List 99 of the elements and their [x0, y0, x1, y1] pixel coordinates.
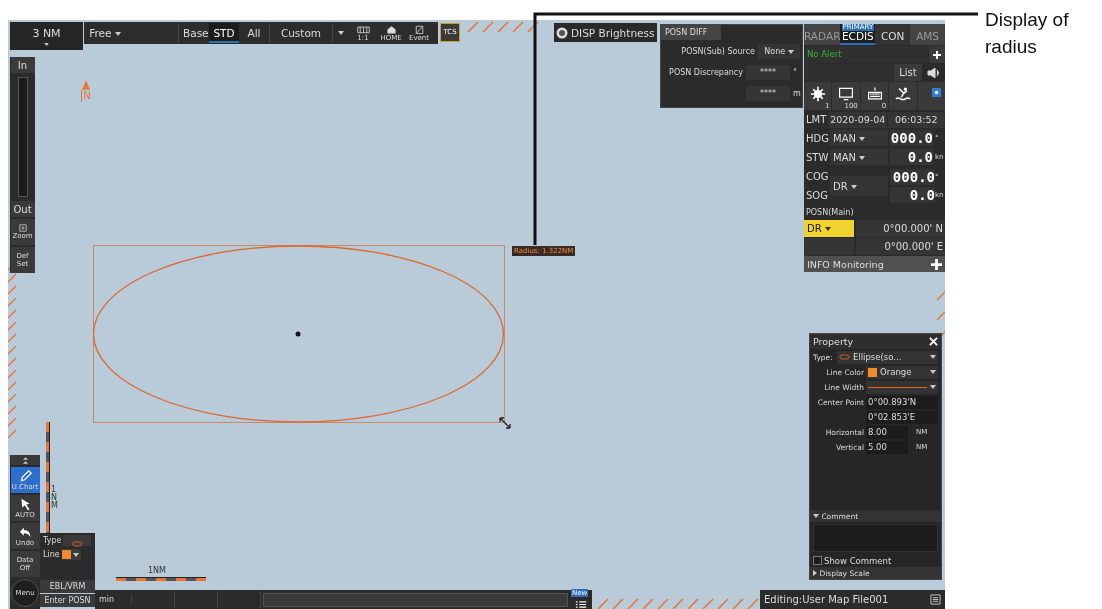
person-in-water-icon: [894, 85, 911, 102]
sensor-value: 000.0: [890, 169, 935, 185]
sensor-label: COG: [805, 171, 828, 182]
unit-label: m: [793, 89, 800, 98]
caret-icon: [930, 370, 936, 374]
annotation-text: Display of radius: [985, 8, 1070, 59]
longitude-value: 0°00.000' E: [856, 238, 945, 255]
caret-icon: [72, 552, 79, 557]
field-label: Type: [43, 536, 62, 545]
scale-label: 1NM: [51, 486, 59, 510]
alert-status: No Alert: [804, 46, 928, 63]
sensor-value: 0.0: [890, 149, 933, 165]
type-dropdown[interactable]: Ellipse(so...: [837, 350, 938, 364]
panel-title: Property: [813, 336, 854, 347]
readout-field: ****: [746, 86, 790, 101]
collapse-icon: [22, 456, 28, 464]
caret-icon[interactable]: [338, 31, 344, 35]
list-icon: [575, 601, 587, 608]
pencil-icon: [18, 469, 32, 483]
field-label: Line: [43, 550, 60, 559]
line-width-dropdown[interactable]: [866, 380, 938, 394]
chart-boundary-hatching: [467, 21, 539, 33]
sun-icon: [809, 85, 826, 102]
field-label: POSN(Sub) Source: [681, 47, 755, 56]
zoom-in-button[interactable]: In: [10, 57, 35, 73]
toggle-status-button[interactable]: [917, 82, 946, 110]
caret-icon: [824, 227, 831, 231]
date-value: 2020-09-04: [829, 111, 887, 128]
dimension-field[interactable]: 5.00: [866, 440, 908, 454]
caret-icon: [850, 184, 857, 189]
caret-icon: [813, 514, 819, 519]
caret-icon: [44, 42, 49, 46]
source-dropdown[interactable]: MAN: [830, 149, 888, 165]
readout-field: ****: [746, 65, 790, 80]
caret-icon: [859, 155, 866, 160]
longitude-field[interactable]: 0°02.853'E: [866, 410, 938, 424]
function-button[interactable]: EBL/VRM: [40, 580, 95, 593]
speaker-icon[interactable]: [927, 67, 941, 78]
cursor-icon: [18, 497, 32, 511]
function-button[interactable]: Enter POSN: [40, 594, 95, 607]
show-comment-checkbox[interactable]: Show Comment: [810, 554, 941, 567]
latitude-field[interactable]: 0°00.893'N: [866, 395, 938, 409]
collapse-tool-button[interactable]: [10, 455, 40, 465]
plus-icon: [933, 50, 941, 59]
line-sample: [868, 386, 927, 388]
range-value: 3 NM: [32, 26, 61, 40]
lmt-label: LMT: [805, 114, 828, 125]
unit-label: min: [95, 595, 132, 604]
sensor-value: 0.0: [890, 187, 935, 203]
add-button[interactable]: [929, 46, 945, 63]
range-selector[interactable]: 3 NM: [10, 22, 83, 50]
color-swatch: [868, 367, 877, 377]
dimension-field[interactable]: 8.00: [866, 425, 908, 439]
zoom-slider-track[interactable]: [17, 77, 28, 197]
time-value: 06:03:52: [887, 111, 945, 128]
list-icon[interactable]: [930, 594, 941, 605]
source-dropdown[interactable]: MAN: [830, 130, 888, 146]
info-monitoring-button[interactable]: INFO Monitoring: [804, 256, 945, 272]
caret-icon: [787, 49, 794, 54]
toggle-icon: [931, 87, 941, 97]
undo-icon: [18, 525, 32, 539]
sun-icon: [556, 26, 568, 39]
monitor-icon: [838, 85, 855, 102]
line-color-dropdown[interactable]: [61, 549, 81, 560]
panel-title: POSN DIFF: [661, 25, 721, 40]
ellipse-icon: [71, 541, 83, 547]
plus-icon: [931, 258, 942, 270]
mode-tab[interactable]: CON: [875, 24, 911, 45]
color-swatch: [61, 550, 71, 559]
caret-icon: [930, 355, 936, 359]
close-icon[interactable]: [929, 337, 938, 346]
keyboard-icon: [866, 85, 883, 102]
position-source-dropdown[interactable]: DR: [804, 220, 854, 237]
chart-icon: [356, 24, 370, 34]
unit-label: °: [793, 68, 798, 77]
ellipse-icon: [839, 354, 850, 360]
scale-label: 1NM: [148, 566, 166, 575]
display-brightness-button[interactable]: DISP Brightness: [554, 23, 657, 42]
sensor-label: SOG: [805, 190, 828, 201]
caret-icon: [930, 385, 936, 389]
caret-icon: [859, 136, 866, 141]
field-label: POSN Discrepancy: [669, 68, 743, 77]
input-field[interactable]: [263, 592, 568, 607]
zoom-icon: [18, 224, 27, 232]
editing-status: Editing:User Map File001: [764, 594, 889, 605]
caret-icon: [114, 32, 121, 36]
source-dropdown[interactable]: DR: [830, 176, 888, 196]
sensor-value: 000.0: [890, 130, 933, 146]
caret-icon: [813, 570, 817, 577]
man-overboard-status-button[interactable]: [889, 82, 917, 110]
display-mode-tab[interactable]: STD: [209, 23, 239, 43]
source-dropdown[interactable]: None: [758, 44, 800, 59]
custom-dropdown[interactable]: Custom: [269, 23, 333, 43]
list-button[interactable]: List: [894, 64, 922, 81]
sensor-label: HDG: [805, 132, 828, 144]
sensor-label: STW: [805, 151, 828, 163]
zoom-out-button[interactable]: Out: [10, 201, 35, 217]
latitude-value: 0°00.000' N: [856, 220, 945, 237]
line-color-dropdown[interactable]: Orange: [866, 365, 938, 379]
